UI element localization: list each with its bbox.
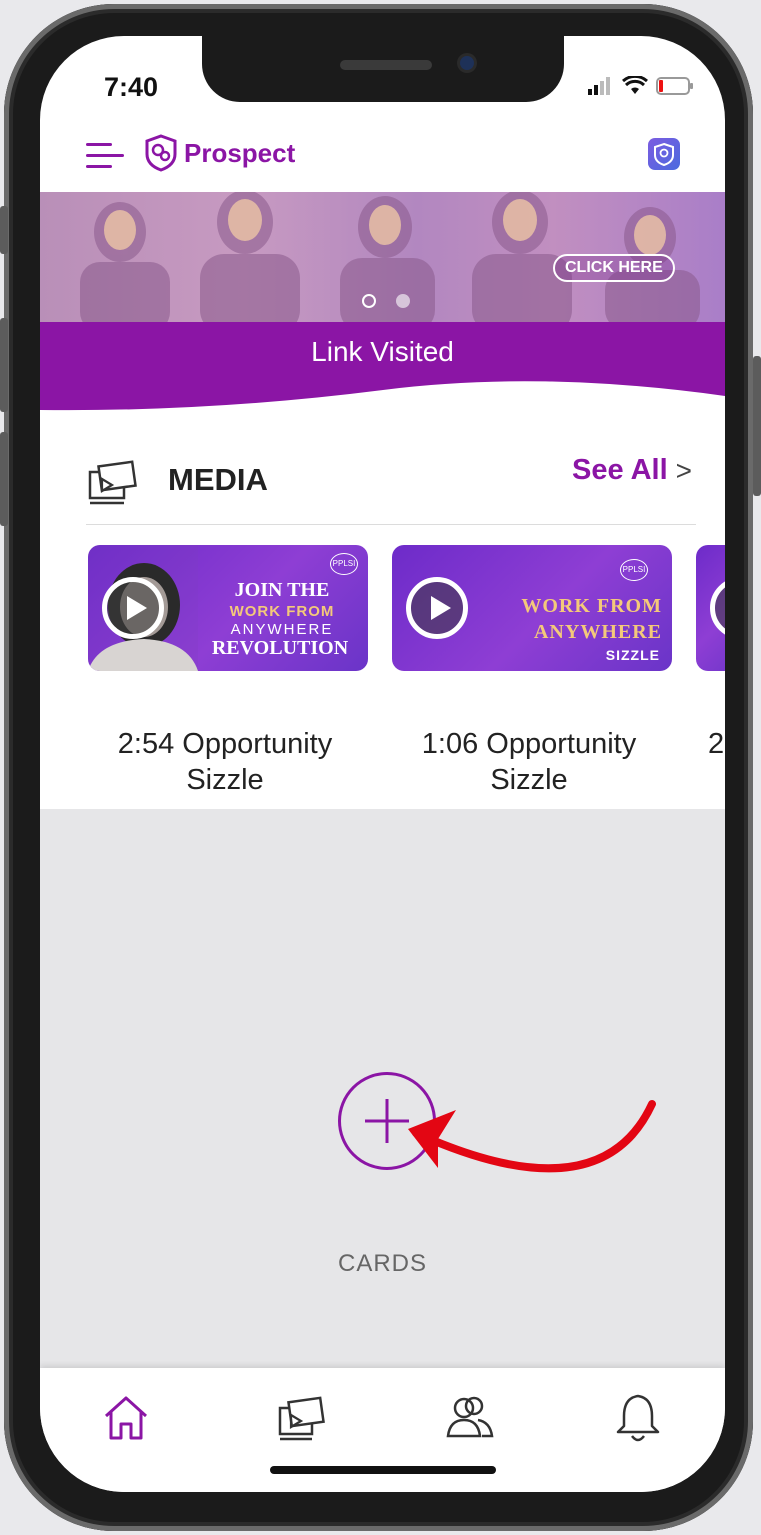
media-card-caption[interactable]: 2	[708, 726, 725, 762]
profile-shield-icon	[654, 142, 674, 167]
chevron-right-icon: >	[675, 454, 692, 486]
add-card-button[interactable]	[338, 1072, 436, 1170]
play-icon[interactable]	[406, 577, 468, 639]
card-title-line-1: WORK FROM	[521, 595, 662, 617]
profile-icon[interactable]	[648, 138, 680, 170]
front-camera	[460, 56, 474, 70]
app-logo: Prospect	[144, 134, 295, 172]
plus-icon	[365, 1099, 409, 1143]
click-here-button[interactable]: CLICK HERE	[553, 254, 675, 282]
hamburger-menu-icon[interactable]	[86, 140, 126, 172]
card-title-line-2: ANYWHERE	[533, 621, 662, 643]
carousel-dot-active[interactable]	[362, 294, 376, 308]
card-title-line-3: SIZZLE	[605, 647, 660, 663]
volume-down-button	[0, 432, 8, 526]
home-indicator	[270, 1466, 496, 1474]
play-icon[interactable]	[102, 577, 164, 639]
status-icons	[588, 76, 694, 96]
media-card-caption[interactable]: 1:06 Opportunity Sizzle	[384, 726, 674, 798]
media-card[interactable]: PPLSI JOIN THE WORK FROM ANYWHERE REVOLU…	[88, 545, 368, 671]
see-all-link[interactable]: See All >	[572, 454, 692, 487]
promo-banner[interactable]: CLICK HERE	[40, 192, 725, 322]
signal-icon	[588, 77, 610, 95]
volume-up-button	[0, 318, 8, 412]
media-section-header: MEDIA See All >	[86, 444, 696, 525]
notifications-icon[interactable]	[608, 1388, 668, 1448]
mute-switch	[0, 206, 8, 254]
link-visited-status: Link Visited	[311, 336, 454, 367]
media-icon[interactable]	[272, 1388, 332, 1448]
status-time: 7:40	[104, 72, 159, 102]
wifi-icon	[622, 76, 648, 94]
power-button	[753, 356, 761, 496]
speaker	[340, 60, 432, 70]
card-title-line-2: WORK FROM	[229, 603, 335, 620]
carousel-dot[interactable]	[396, 294, 410, 308]
app-screen: 7:40 Prospect CLICK HERE Link Visited ME…	[40, 36, 725, 1492]
card-title-line-1: JOIN THE	[234, 579, 330, 601]
media-card-caption[interactable]: 2:54 Opportunity Sizzle	[80, 726, 370, 798]
card-badge: PPLSI	[330, 553, 358, 575]
media-icon	[88, 460, 137, 505]
contacts-icon[interactable]	[440, 1388, 500, 1448]
card-title-line-3: ANYWHERE	[230, 621, 334, 638]
prospect-shield-icon	[145, 134, 177, 172]
see-all-label: See All	[572, 454, 668, 486]
home-icon[interactable]	[96, 1388, 156, 1448]
app-header: Prospect	[40, 128, 725, 192]
cards-label: CARDS	[337, 1250, 427, 1277]
play-icon[interactable]	[710, 577, 725, 639]
media-title: MEDIA	[168, 462, 268, 497]
media-card[interactable]: PPLSI WORK FROM ANYWHERE SIZZLE	[392, 545, 672, 671]
card-title-line-4: REVOLUTION	[211, 637, 349, 659]
card-badge: PPLSI	[620, 559, 648, 581]
media-card[interactable]	[696, 545, 725, 671]
notch	[202, 36, 564, 102]
app-brand-name: Prospect	[184, 137, 296, 168]
battery-icon	[656, 77, 693, 95]
